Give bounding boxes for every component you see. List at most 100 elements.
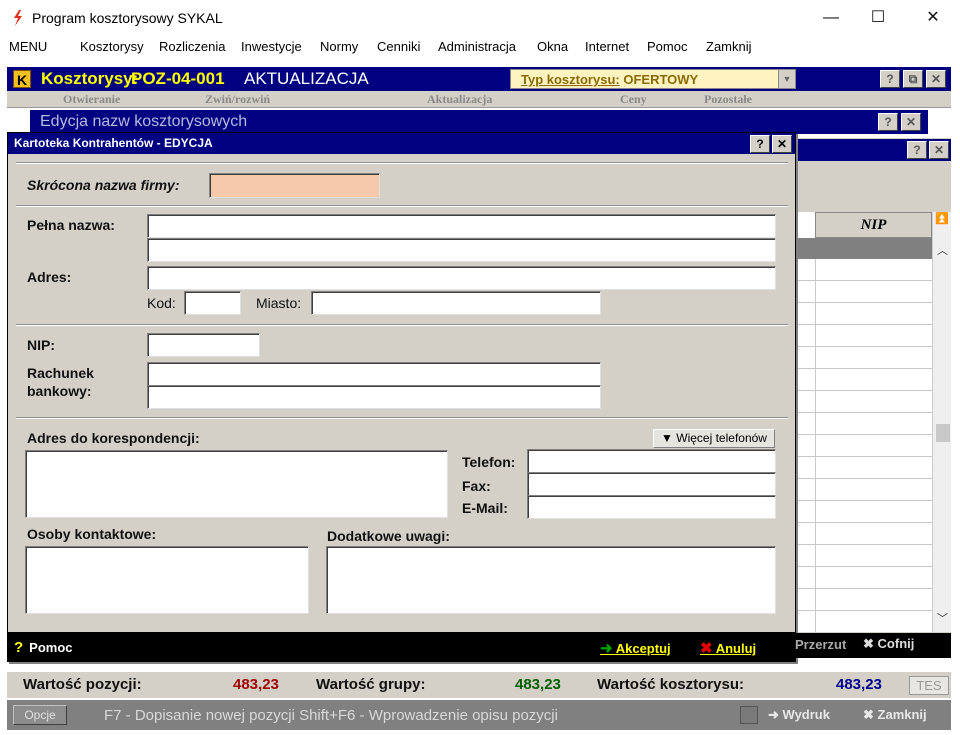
print-button[interactable]: ➜ Wydruk bbox=[768, 707, 830, 723]
przerzut-button[interactable]: Przerzut bbox=[795, 637, 846, 652]
kosztorys-restore-button[interactable]: ⧉ bbox=[903, 70, 923, 88]
menu-item-normy[interactable]: Normy bbox=[320, 39, 358, 54]
triangle-down-icon: ▼ bbox=[661, 431, 673, 445]
menu-item-zamknij[interactable]: Zamknij bbox=[706, 39, 752, 54]
phone-input[interactable] bbox=[527, 449, 776, 473]
city-input[interactable] bbox=[311, 291, 601, 315]
help-button[interactable]: ? Pomoc bbox=[14, 639, 73, 656]
bank-account-input-line2[interactable] bbox=[147, 385, 601, 409]
options-button[interactable]: Opcje bbox=[13, 705, 67, 725]
kosztorys-code: POZ-04-001 bbox=[131, 69, 225, 88]
kosztorys-label: Kosztorysy: bbox=[41, 69, 139, 88]
short-name-input[interactable] bbox=[209, 173, 380, 198]
edycja-close-button[interactable]: ✕ bbox=[901, 113, 921, 131]
position-value-label: Wartość pozycji: bbox=[23, 676, 142, 693]
chevron-down-icon[interactable]: ﹀ bbox=[937, 610, 948, 626]
minimize-button[interactable]: — bbox=[808, 4, 854, 32]
menu-item-okna[interactable]: Okna bbox=[537, 39, 568, 54]
corr-address-textarea[interactable] bbox=[25, 450, 448, 518]
chevron-down-icon[interactable]: ▼ bbox=[778, 70, 795, 88]
tab-ceny[interactable]: Ceny bbox=[620, 92, 647, 107]
bank-account-input-line1[interactable] bbox=[147, 362, 601, 386]
dialog-close-button[interactable]: ✕ bbox=[772, 135, 792, 153]
kosztorys-close-button[interactable]: ✕ bbox=[926, 70, 946, 88]
menu-item-menu[interactable]: MENU bbox=[9, 39, 47, 54]
corr-address-label: Adres do korespondencji: bbox=[27, 430, 200, 446]
email-label: E-Mail: bbox=[462, 500, 508, 516]
tab-otwieranie[interactable]: Otwieranie bbox=[63, 92, 120, 107]
address-label: Adres: bbox=[27, 269, 72, 285]
help-label: Pomoc bbox=[29, 640, 73, 655]
maximize-button[interactable]: ☐ bbox=[855, 4, 901, 32]
city-label: Miasto: bbox=[256, 295, 302, 311]
menu-item-pomoc[interactable]: Pomoc bbox=[647, 39, 687, 54]
edycja-help-button[interactable]: ? bbox=[878, 113, 898, 131]
nip-label: NIP: bbox=[27, 337, 55, 353]
arrow-right-icon: ➜ bbox=[600, 640, 613, 657]
shortcut-hint: F7 - Dopisanie nowej pozycji Shift+F6 - … bbox=[104, 707, 558, 724]
group-value: 483,23 bbox=[515, 676, 561, 693]
kosztorys-type-select[interactable]: Typ kosztorysu: OFERTOWY ▼ bbox=[510, 69, 796, 89]
scroll-top-icon[interactable]: ⏫ bbox=[935, 212, 949, 225]
separator bbox=[16, 162, 788, 164]
bank-account-label-line1: Rachunek bbox=[27, 365, 94, 381]
menu-item-inwestycje[interactable]: Inwestycje bbox=[241, 39, 302, 54]
menu-item-internet[interactable]: Internet bbox=[585, 39, 629, 54]
fax-input[interactable] bbox=[527, 472, 776, 496]
list-close-button[interactable]: ✕ bbox=[929, 141, 949, 159]
full-name-input-line2[interactable] bbox=[147, 238, 776, 262]
tab-pozostale[interactable]: Pozostałe bbox=[704, 92, 752, 107]
bottom-action-bar: Opcje F7 - Dopisanie nowej pozycji Shift… bbox=[7, 700, 951, 730]
dialog-footer: ? Pomoc ➜ Akceptuj ✖ Anuluj bbox=[8, 632, 795, 662]
question-icon: ? bbox=[14, 639, 24, 656]
postal-code-input[interactable] bbox=[184, 291, 241, 315]
kosztorys-type-label: Typ kosztorysu: OFERTOWY bbox=[521, 72, 699, 87]
separator bbox=[16, 205, 788, 207]
print-checkbox[interactable] bbox=[740, 706, 758, 724]
close-estimate-button[interactable]: ✖ Zamknij bbox=[863, 707, 927, 723]
window-title: Program kosztorysowy SYKAL bbox=[32, 10, 223, 26]
list-help-button[interactable]: ? bbox=[907, 141, 927, 159]
dialog-help-button[interactable]: ? bbox=[750, 135, 770, 153]
full-name-input-line1[interactable] bbox=[147, 214, 776, 238]
short-name-label: Skrócona nazwa firmy: bbox=[27, 177, 180, 193]
grid-selected-row[interactable] bbox=[795, 238, 932, 259]
grid-column-header-nip[interactable]: NIP bbox=[815, 212, 932, 238]
dialog-titlebar: Kartoteka Kontrahentów - EDYCJA ? ✕ bbox=[8, 133, 795, 154]
tab-zwin-rozwin[interactable]: Zwiń/rozwiń bbox=[205, 92, 270, 107]
nip-input[interactable] bbox=[147, 333, 260, 357]
cancel-x-icon: ✖ bbox=[700, 640, 713, 657]
menu-item-administracja[interactable]: Administracja bbox=[438, 39, 516, 54]
email-input[interactable] bbox=[527, 495, 776, 519]
edycja-window-title: Edycja nazw kosztorysowych bbox=[40, 113, 248, 130]
close-window-button[interactable]: ✕ bbox=[910, 4, 956, 32]
undo-button[interactable]: ✖ Cofnij bbox=[863, 636, 914, 652]
kosztorys-header: K Kosztorysy: POZ-04-001 AKTUALIZACJA Ty… bbox=[7, 67, 951, 91]
chevron-up-icon[interactable]: ︿ bbox=[937, 242, 948, 258]
contacts-textarea[interactable] bbox=[25, 546, 309, 614]
full-name-label: Pełna nazwa: bbox=[27, 217, 115, 233]
cancel-button[interactable]: ✖ Anuluj bbox=[700, 639, 756, 657]
dialog-title: Kartoteka Kontrahentów - EDYCJA bbox=[14, 136, 213, 150]
group-value-label: Wartość grupy: bbox=[316, 676, 426, 693]
menu-item-kosztorysy[interactable]: Kosztorysy bbox=[80, 39, 144, 54]
scroll-thumb[interactable] bbox=[936, 424, 950, 442]
window-titlebar: Program kosztorysowy SYKAL — ☐ ✕ bbox=[0, 0, 960, 36]
accept-button[interactable]: ➜ Akceptuj bbox=[600, 639, 671, 657]
values-bar: Wartość pozycji: 483,23 Wartość grupy: 4… bbox=[7, 672, 951, 698]
kontrahenci-list-titlebar: ? ✕ bbox=[795, 139, 951, 161]
undo-label: Cofnij bbox=[877, 636, 915, 651]
arrow-right-icon: ➜ bbox=[768, 707, 779, 722]
grid-scrollbar[interactable]: ⏫ ︿ ﹀ bbox=[932, 212, 951, 632]
tab-aktualizacja[interactable]: Aktualizacja bbox=[427, 92, 492, 107]
menu-item-rozliczenia[interactable]: Rozliczenia bbox=[159, 39, 225, 54]
menu-item-cenniki[interactable]: Cenniki bbox=[377, 39, 420, 54]
kontrahenci-grid bbox=[795, 212, 932, 632]
address-input[interactable] bbox=[147, 266, 776, 290]
tes-badge[interactable]: TES bbox=[909, 676, 949, 695]
more-phones-button[interactable]: ▼ Więcej telefonów bbox=[653, 429, 775, 448]
more-phones-label: Więcej telefonów bbox=[676, 431, 767, 445]
notes-textarea[interactable] bbox=[326, 546, 776, 614]
kosztorys-help-button[interactable]: ? bbox=[880, 70, 900, 88]
separator bbox=[16, 324, 788, 326]
